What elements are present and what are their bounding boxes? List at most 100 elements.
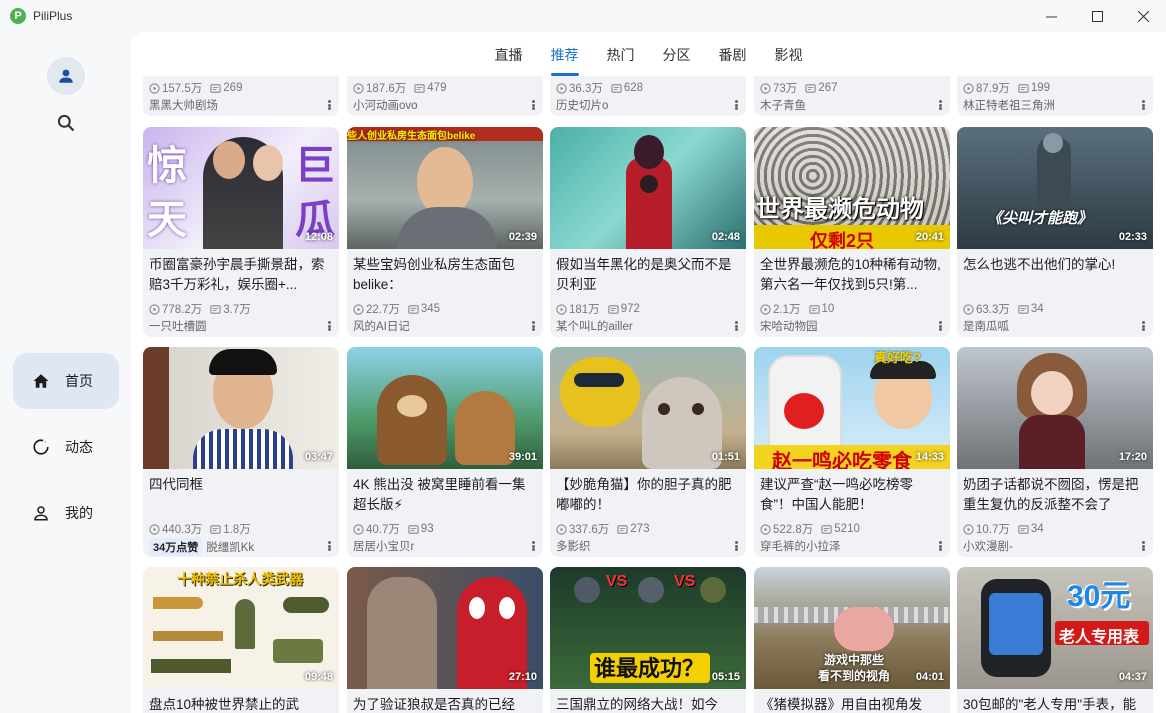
- video-thumbnail[interactable]: 世界最濒危动物 仅剩2只 20:41: [754, 127, 950, 249]
- uploader-name[interactable]: 脱缰凯Kk: [206, 542, 254, 554]
- tab-hot[interactable]: 热门: [593, 32, 649, 76]
- video-thumbnail[interactable]: VS VS 谁最成功？ 05:15: [550, 567, 746, 689]
- uploader-name[interactable]: 小欢漫剧-: [963, 538, 1013, 554]
- more-options-icon[interactable]: [730, 539, 742, 553]
- uploader-name[interactable]: 某个叫L的ailler: [556, 318, 633, 334]
- video-card[interactable]: 十种禁止杀人类武器 09:48 盘点10种被世界禁止的武: [143, 567, 339, 713]
- video-card[interactable]: 世界最濒危动物 仅剩2只 20:41 全世界最濒危的10种稀有动物,第六名一年仅…: [754, 127, 950, 337]
- video-card[interactable]: 01:51 【妙脆角猫】你的胆子真的肥嘟嘟的！ 337.6万 273 多影织: [550, 347, 746, 557]
- video-card[interactable]: 赵一鸣必吃零食 真好吃? 14:33 建议严查“赵一鸣必吃榜零食”！中国人能肥！…: [754, 347, 950, 557]
- more-options-icon[interactable]: [323, 539, 335, 553]
- video-duration: 20:41: [915, 231, 944, 243]
- video-card[interactable]: 27:10 为了验证狼叔是否真的已经: [347, 567, 543, 713]
- more-options-icon[interactable]: [934, 539, 946, 553]
- tab-recommend[interactable]: 推荐: [537, 32, 593, 76]
- more-options-icon[interactable]: [323, 98, 335, 112]
- video-card[interactable]: 游戏中那些 看不到的视角 04:01 《猪模拟器》用自由视角发: [754, 567, 950, 713]
- uploader-name[interactable]: 穿毛裤的小拉泽: [760, 538, 841, 554]
- search-button[interactable]: [53, 110, 79, 136]
- video-title[interactable]: 币圈富豪孙宇晨手撕景甜，索赔3千万彩礼，娱乐圈+...: [149, 255, 333, 295]
- video-title[interactable]: 《猪模拟器》用自由视角发: [760, 695, 944, 713]
- video-thumbnail[interactable]: 27:10: [347, 567, 543, 689]
- video-title[interactable]: 四代同框: [149, 475, 333, 515]
- video-thumbnail[interactable]: 03:47: [143, 347, 339, 469]
- video-title[interactable]: 建议严查“赵一鸣必吃榜零食”！中国人能肥！: [760, 475, 944, 515]
- close-button[interactable]: [1120, 0, 1166, 32]
- video-title[interactable]: 4K 熊出没 被窝里睡前看一集 超长版⚡: [353, 475, 537, 515]
- video-card[interactable]: 些人创业私房生态面包belike 02:39 某些宝妈创业私房生态面包belik…: [347, 127, 543, 337]
- video-title[interactable]: 怎么也逃不出他们的掌心!: [963, 255, 1147, 295]
- video-card[interactable]: 《尖叫才能跑》 02:33 怎么也逃不出他们的掌心! 63.3万 34 是南瓜呱: [957, 127, 1153, 337]
- video-title[interactable]: 盘点10种被世界禁止的武: [149, 695, 333, 713]
- uploader-name[interactable]: 风的AI日记: [353, 318, 410, 334]
- video-title[interactable]: 三国鼎立的网络大战！如今: [556, 695, 740, 713]
- sidebar-item-label: 我的: [65, 505, 93, 521]
- more-options-icon[interactable]: [1137, 319, 1149, 333]
- tab-live[interactable]: 直播: [481, 32, 537, 76]
- video-card[interactable]: 39:01 4K 熊出没 被窝里睡前看一集 超长版⚡ 40.7万 93 居居小宝贝…: [347, 347, 543, 557]
- video-title[interactable]: 奶团子话都说不囫囵，愣是把重生复仇的反派整不会了: [963, 475, 1147, 515]
- uploader-name[interactable]: 居居小宝贝r: [353, 538, 414, 554]
- video-card[interactable]: 02:48 假如当年黑化的是奥父而不是贝利亚 181万 972 某个叫L的aill…: [550, 127, 746, 337]
- video-duration: 17:20: [1118, 451, 1147, 463]
- video-title[interactable]: 为了验证狼叔是否真的已经: [353, 695, 537, 713]
- more-options-icon[interactable]: [527, 319, 539, 333]
- video-thumbnail[interactable]: 十种禁止杀人类武器 09:48: [143, 567, 339, 689]
- video-thumbnail[interactable]: 30元 老人专用表 04:37: [957, 567, 1153, 689]
- uploader-name[interactable]: 宋哈动物园: [760, 318, 818, 334]
- sidebar-item-mine[interactable]: 我的: [13, 485, 119, 541]
- card-stats: 63.3万 34: [963, 301, 1044, 317]
- video-thumbnail[interactable]: 游戏中那些 看不到的视角 04:01: [754, 567, 950, 689]
- video-thumbnail[interactable]: 17:20: [957, 347, 1153, 469]
- video-thumbnail[interactable]: 02:48: [550, 127, 746, 249]
- view-count: 40.7万: [366, 524, 400, 536]
- more-options-icon[interactable]: [527, 539, 539, 553]
- uploader-name[interactable]: 是南瓜呱: [963, 318, 1009, 334]
- sidebar-item-dynamic[interactable]: 动态: [13, 419, 119, 475]
- danmaku-icon: [805, 83, 816, 94]
- video-title[interactable]: 30包邮的"老人专用"手表，能: [963, 695, 1147, 713]
- view-count: 440.3万: [162, 524, 203, 536]
- more-options-icon[interactable]: [527, 98, 539, 112]
- uploader-name[interactable]: 多影织: [556, 538, 591, 554]
- video-duration: 12:08: [304, 231, 333, 243]
- maximize-button[interactable]: [1074, 0, 1120, 32]
- uploader-name[interactable]: 一只吐槽圆: [149, 318, 207, 334]
- video-title[interactable]: 某些宝妈创业私房生态面包belike：: [353, 255, 537, 295]
- tab-movies[interactable]: 影视: [761, 32, 817, 76]
- danmaku-icon: [808, 304, 820, 315]
- more-options-icon[interactable]: [323, 319, 335, 333]
- play-count-icon: [963, 303, 974, 315]
- video-card[interactable]: 30元 老人专用表 04:37 30包邮的"老人专用"手表，能: [957, 567, 1153, 713]
- video-thumbnail[interactable]: 惊 天 巨 瓜 12:08: [143, 127, 339, 249]
- sidebar: 首页 动态 我的: [0, 32, 131, 713]
- more-options-icon[interactable]: [934, 98, 946, 112]
- video-thumbnail[interactable]: 《尖叫才能跑》 02:33: [957, 127, 1153, 249]
- play-count-icon: [149, 82, 160, 94]
- more-options-icon[interactable]: [730, 319, 742, 333]
- more-options-icon[interactable]: [730, 98, 742, 112]
- video-title[interactable]: 假如当年黑化的是奥父而不是贝利亚: [556, 255, 740, 295]
- video-duration: 14:33: [915, 451, 944, 463]
- video-thumbnail[interactable]: 赵一鸣必吃零食 真好吃? 14:33: [754, 347, 950, 469]
- video-thumbnail[interactable]: 些人创业私房生态面包belike 02:39: [347, 127, 543, 249]
- play-count-icon: [760, 303, 771, 315]
- more-options-icon[interactable]: [934, 319, 946, 333]
- video-card[interactable]: VS VS 谁最成功？ 05:15 三国鼎立的网络大战！如今: [550, 567, 746, 713]
- avatar-button[interactable]: [47, 57, 85, 95]
- sidebar-item-home[interactable]: 首页: [13, 353, 119, 409]
- tab-anime[interactable]: 番剧: [705, 32, 761, 76]
- video-thumbnail[interactable]: 39:01: [347, 347, 543, 469]
- video-card[interactable]: 17:20 奶团子话都说不囫囵，愣是把重生复仇的反派整不会了 10.7万 34 小…: [957, 347, 1153, 557]
- play-count-icon: [353, 303, 364, 315]
- view-count: 63.3万: [976, 304, 1010, 316]
- video-card[interactable]: 惊 天 巨 瓜 12:08 币圈富豪孙宇晨手撕景甜，索赔3千万彩礼，娱乐圈+..…: [143, 127, 339, 337]
- tab-category[interactable]: 分区: [649, 32, 705, 76]
- video-card[interactable]: 03:47 四代同框 440.3万 1.8万 34万点赞 脱缰凯Kk: [143, 347, 339, 557]
- video-thumbnail[interactable]: 01:51: [550, 347, 746, 469]
- more-options-icon[interactable]: [1137, 98, 1149, 112]
- minimize-button[interactable]: [1028, 0, 1074, 32]
- video-title[interactable]: 【妙脆角猫】你的胆子真的肥嘟嘟的！: [556, 475, 740, 515]
- more-options-icon[interactable]: [1137, 539, 1149, 553]
- video-title[interactable]: 全世界最濒危的10种稀有动物,第六名一年仅找到5只!第...: [760, 255, 944, 295]
